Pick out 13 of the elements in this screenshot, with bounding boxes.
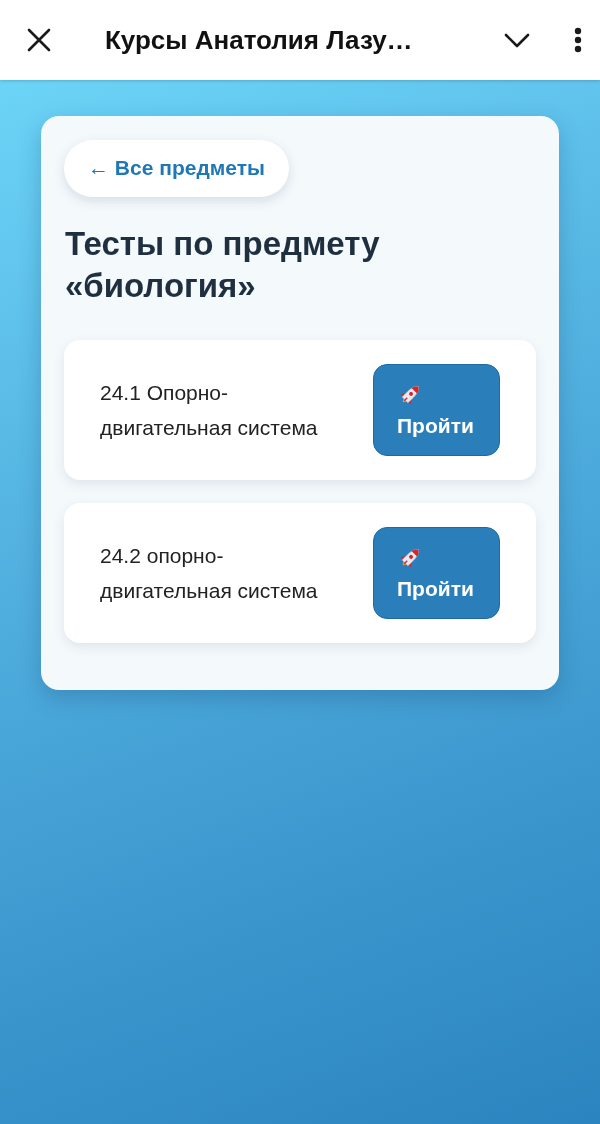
back-link[interactable]: ← Все предметы xyxy=(64,140,289,197)
start-test-button[interactable]: Пройти xyxy=(373,527,500,619)
more-button[interactable] xyxy=(574,27,582,53)
start-test-button[interactable]: Пройти xyxy=(373,364,500,456)
page-heading: Тесты по предмету «биология» xyxy=(65,224,381,306)
window-title: Курсы Анатолия Лазу… xyxy=(105,24,413,56)
chevron-down-icon xyxy=(504,32,530,48)
test-title: 24.2 опорно-двигательная система xyxy=(100,543,319,604)
test-title: 24.1 Опорно-двигательная система xyxy=(100,380,319,441)
expand-button[interactable] xyxy=(504,32,530,48)
close-icon xyxy=(26,27,52,53)
more-menu-icon xyxy=(574,27,582,53)
close-button[interactable] xyxy=(26,27,52,53)
